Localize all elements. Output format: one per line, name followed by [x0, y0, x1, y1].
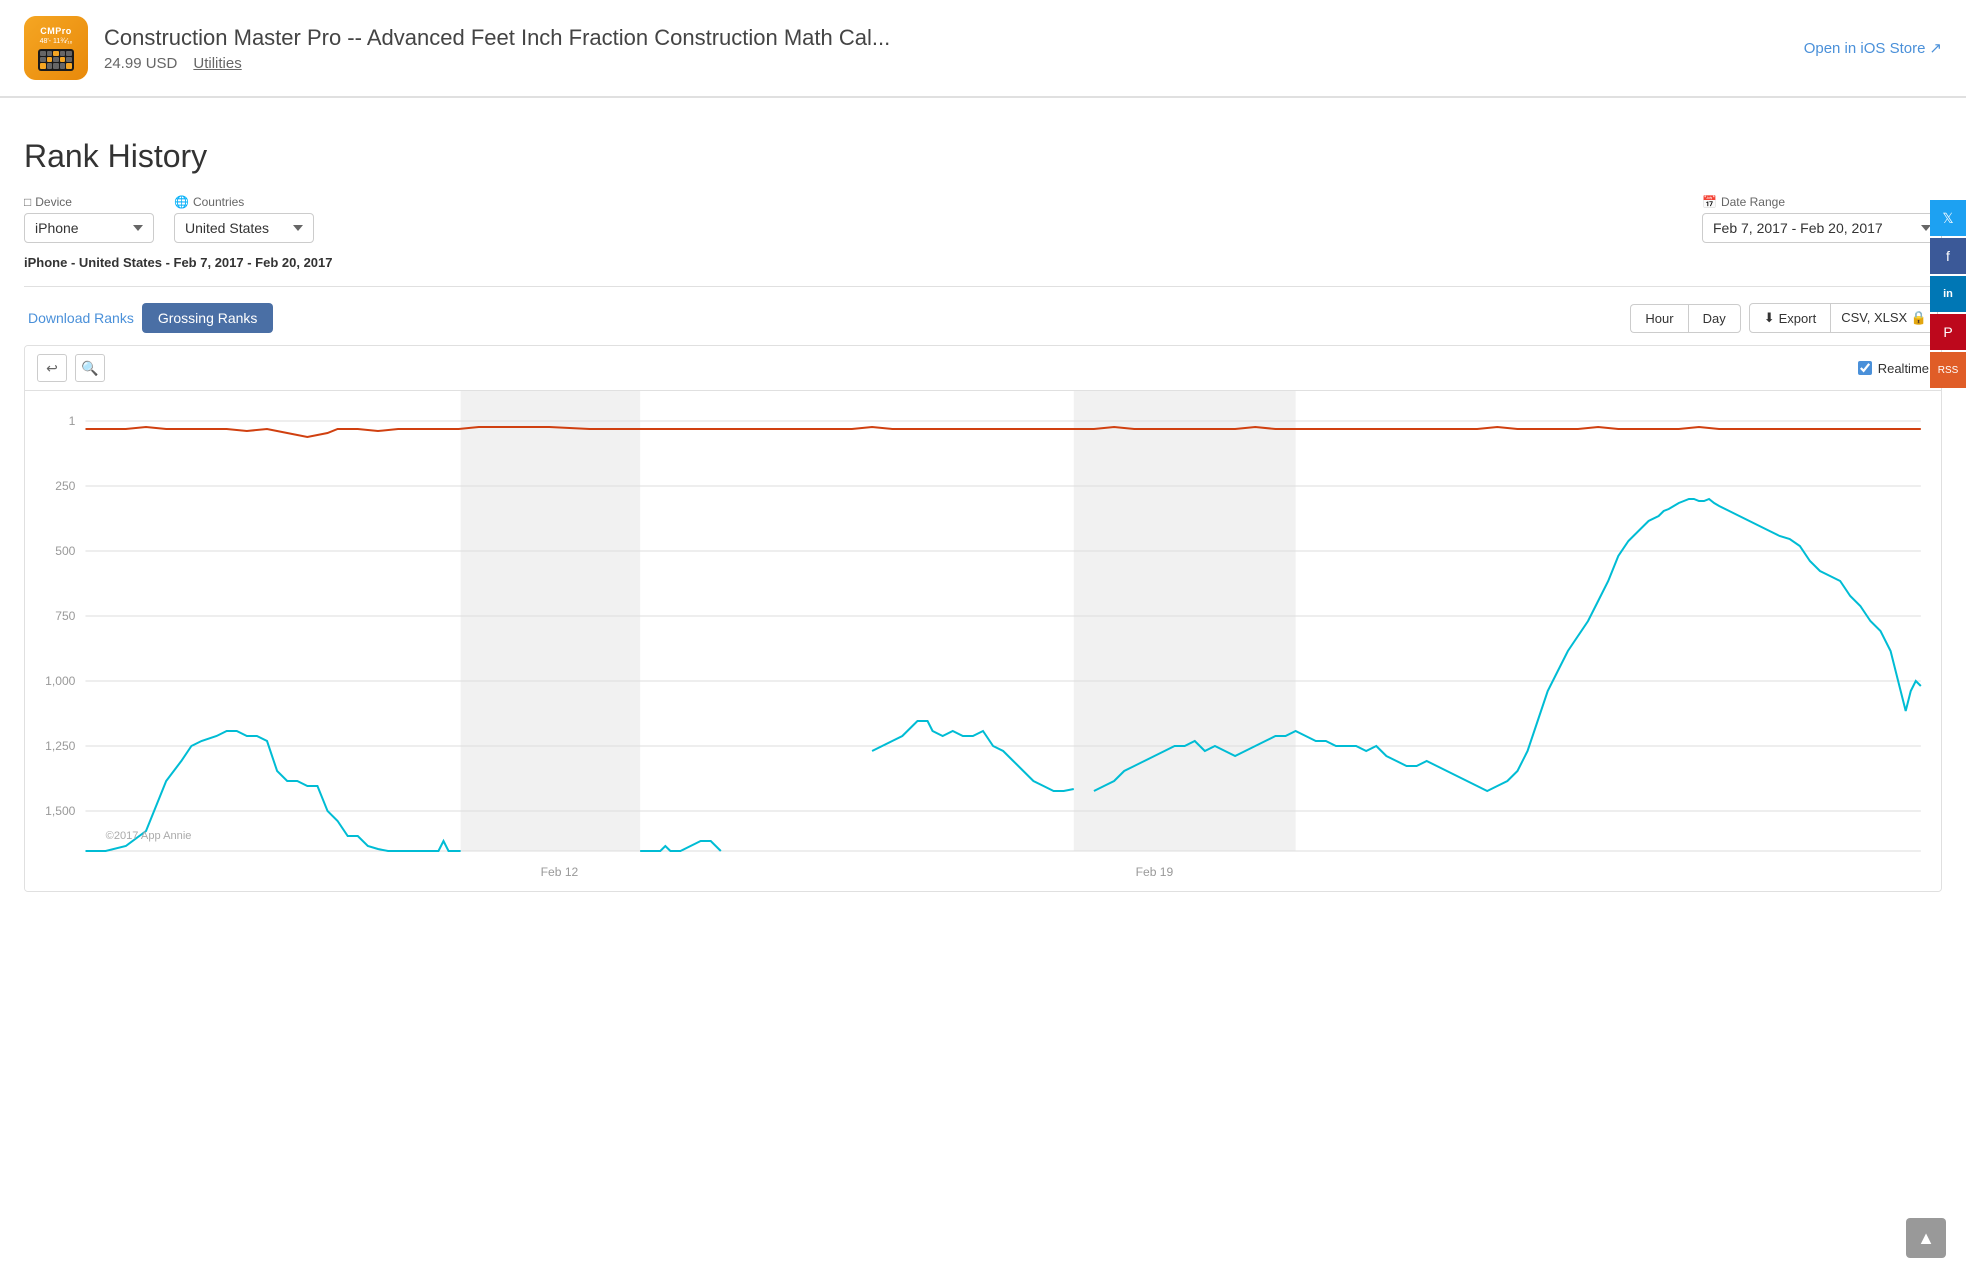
facebook-icon: f	[1946, 248, 1950, 264]
app-header: CMPro 48'- 11¾⁄₁₆ Construction Master Pr…	[0, 0, 1966, 97]
chart-wrapper: ↩ 🔍 Realtime 1	[24, 345, 1942, 892]
globe-icon: 🌐	[174, 195, 189, 209]
download-icon: ⬇	[1764, 310, 1775, 326]
export-format-button[interactable]: CSV, XLSX 🔒	[1831, 303, 1938, 333]
svg-text:©2017 App Annie: ©2017 App Annie	[106, 830, 192, 842]
main-content: Rank History □ Device iPhone iPad All 🌐 …	[0, 114, 1966, 924]
right-controls: Hour Day ⬇ Export CSV, XLSX 🔒	[1630, 303, 1938, 333]
linkedin-share-button[interactable]: in	[1930, 276, 1966, 312]
svg-text:1,000: 1,000	[45, 674, 76, 688]
app-icon: CMPro 48'- 11¾⁄₁₆	[24, 16, 88, 80]
chevron-up-icon: ▲	[1917, 1228, 1935, 1249]
page-title: Rank History	[24, 138, 1942, 175]
pinterest-share-button[interactable]: P	[1930, 314, 1966, 350]
date-range-label: 📅 Date Range	[1702, 195, 1942, 209]
twitter-icon: 𝕏	[1942, 210, 1953, 227]
external-link-icon: ↗	[1929, 39, 1942, 57]
device-filter-group: □ Device iPhone iPad All	[24, 195, 154, 243]
pinterest-icon: P	[1943, 324, 1952, 340]
chart-toolbar: ↩ 🔍 Realtime	[25, 346, 1941, 391]
rss-icon: RSS	[1938, 365, 1959, 376]
chart-controls: Download Ranks Grossing Ranks Hour Day ⬇…	[24, 303, 1942, 333]
facebook-share-button[interactable]: f	[1930, 238, 1966, 274]
grossing-ranks-button[interactable]: Grossing Ranks	[142, 303, 274, 333]
app-icon-sublabel: 48'- 11¾⁄₁₆	[40, 38, 73, 45]
linkedin-icon: in	[1943, 288, 1953, 300]
zoom-button[interactable]: 🔍	[75, 354, 105, 382]
app-meta: 24.99 USD Utilities	[104, 55, 1804, 72]
realtime-checkbox[interactable]	[1858, 361, 1872, 375]
hour-button[interactable]: Hour	[1630, 304, 1687, 333]
reset-zoom-button[interactable]: ↩	[37, 354, 67, 382]
svg-text:250: 250	[55, 479, 75, 493]
chart-area: 1 250 500 750 1,000 1,250 1,500 ©	[25, 391, 1941, 891]
rank-type-buttons: Download Ranks Grossing Ranks	[28, 303, 273, 333]
open-store-button[interactable]: Open in iOS Store ↗	[1804, 39, 1942, 57]
device-icon: □	[24, 195, 31, 209]
app-info: Construction Master Pro -- Advanced Feet…	[104, 25, 1804, 72]
svg-text:1,250: 1,250	[45, 739, 76, 753]
realtime-checkbox-group[interactable]: Realtime	[1858, 361, 1929, 376]
svg-text:1: 1	[69, 414, 76, 428]
countries-filter-group: 🌐 Countries United States United Kingdom…	[174, 195, 314, 243]
download-ranks-link[interactable]: Download Ranks	[28, 310, 134, 326]
device-select[interactable]: iPhone iPad All	[24, 213, 154, 243]
day-button[interactable]: Day	[1688, 304, 1741, 333]
export-button[interactable]: ⬇ Export	[1749, 303, 1831, 333]
svg-text:750: 750	[55, 609, 75, 623]
date-range-select[interactable]: Feb 7, 2017 - Feb 20, 2017	[1702, 213, 1942, 243]
back-to-top-button[interactable]: ▲	[1906, 1218, 1946, 1258]
social-bar: 𝕏 f in P RSS	[1930, 200, 1966, 388]
app-title: Construction Master Pro -- Advanced Feet…	[104, 25, 1804, 51]
svg-text:500: 500	[55, 544, 75, 558]
twitter-share-button[interactable]: 𝕏	[1930, 200, 1966, 236]
countries-select[interactable]: United States United Kingdom Canada	[174, 213, 314, 243]
app-icon-label: CMPro	[40, 26, 72, 36]
svg-text:Feb 12: Feb 12	[541, 865, 579, 879]
svg-text:Feb 19: Feb 19	[1136, 865, 1174, 879]
app-price: 24.99 USD	[104, 55, 177, 72]
rss-share-button[interactable]: RSS	[1930, 352, 1966, 388]
countries-filter-label: 🌐 Countries	[174, 195, 314, 209]
calendar-icon: 📅	[1702, 195, 1717, 209]
chart-svg: 1 250 500 750 1,000 1,250 1,500 ©	[25, 391, 1941, 891]
svg-text:1,500: 1,500	[45, 804, 76, 818]
date-range-group: 📅 Date Range Feb 7, 2017 - Feb 20, 2017	[1702, 195, 1942, 243]
app-category[interactable]: Utilities	[193, 55, 241, 72]
device-filter-label: □ Device	[24, 195, 154, 209]
time-buttons: Hour Day	[1630, 304, 1740, 333]
filter-subtitle: iPhone - United States - Feb 7, 2017 - F…	[24, 255, 1942, 270]
filters-row: □ Device iPhone iPad All 🌐 Countries Uni…	[24, 195, 1942, 243]
